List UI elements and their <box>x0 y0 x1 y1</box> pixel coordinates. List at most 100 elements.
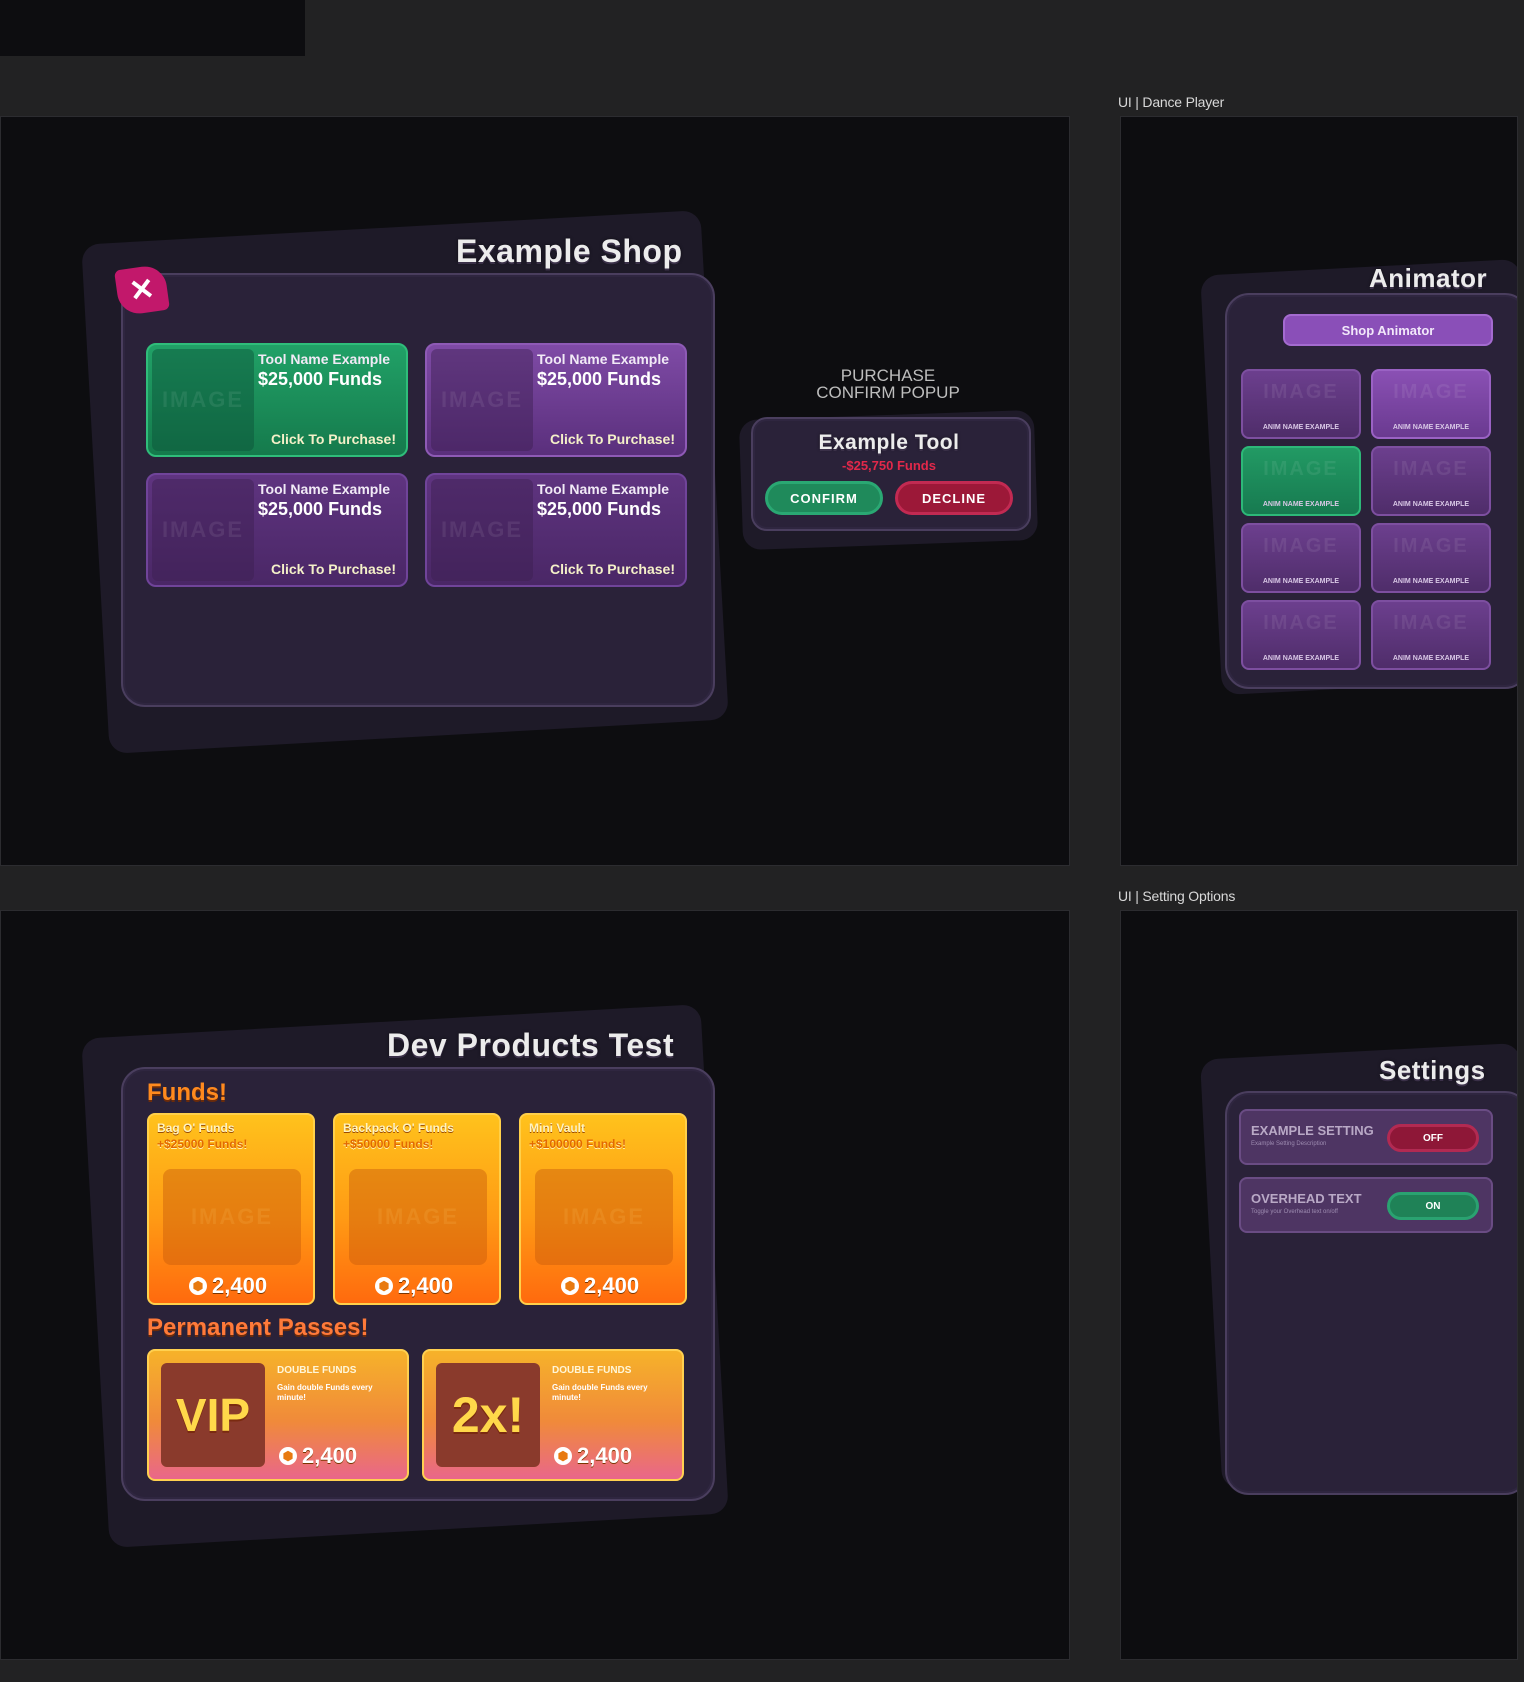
shop-card[interactable]: IMAGE Tool Name Example $25,000 Funds Cl… <box>146 473 408 587</box>
setting-row: OVERHEAD TEXT Toggle your Overhead text … <box>1239 1177 1493 1233</box>
tile-name: ANIM NAME EXAMPLE <box>1392 578 1470 585</box>
animation-tile[interactable]: IMAGE ANIM NAME EXAMPLE <box>1241 523 1361 593</box>
robux-icon: ⬢ <box>554 1447 572 1465</box>
double-funds-pass-image: 2x! <box>436 1363 540 1467</box>
robux-icon: ⬢ <box>375 1277 393 1295</box>
tile-image: IMAGE <box>1263 612 1339 634</box>
card-name: Tool Name Example <box>537 481 670 497</box>
price-value: 2,400 <box>584 1273 640 1298</box>
card-name: Tool Name Example <box>537 351 670 367</box>
settings-title: Settings <box>1379 1055 1486 1085</box>
fund-product-card[interactable]: Backpack O' Funds +$50000 Funds! IMAGE ⬢… <box>333 1113 501 1305</box>
pass-card-price: ⬢ 2,400 <box>554 1443 632 1469</box>
passes-heading: Permanent Passes! <box>147 1314 369 1341</box>
pass-card-title: DOUBLE FUNDS <box>277 1365 357 1376</box>
frame-label-dance-player: UI | Dance Player <box>1118 94 1225 110</box>
card-name: Tool Name Example <box>258 481 391 497</box>
setting-name: OVERHEAD TEXT <box>1251 1191 1362 1206</box>
card-image: IMAGE <box>152 479 254 581</box>
pass-card[interactable]: VIP DOUBLE FUNDS Gain double Funds every… <box>147 1349 409 1481</box>
tile-name: ANIM NAME EXAMPLE <box>1262 578 1340 585</box>
tile-name: ANIM NAME EXAMPLE <box>1262 501 1340 508</box>
price-value: 2,400 <box>577 1443 633 1468</box>
animation-tile[interactable]: IMAGE ANIM NAME EXAMPLE <box>1241 369 1361 439</box>
shop-title: Example Shop <box>456 233 683 269</box>
fund-card-subtitle: +$25000 Funds! <box>157 1137 248 1151</box>
pass-card-title: DOUBLE FUNDS <box>552 1365 632 1376</box>
card-price: $25,000 Funds <box>258 369 383 389</box>
robux-icon: ⬢ <box>279 1447 297 1465</box>
fund-card-image: IMAGE <box>163 1169 301 1265</box>
fund-card-image: IMAGE <box>535 1169 673 1265</box>
tile-image: IMAGE <box>1263 381 1339 403</box>
tile-name: ANIM NAME EXAMPLE <box>1392 501 1470 508</box>
price-value: 2,400 <box>398 1273 454 1298</box>
fund-product-card[interactable]: Bag O' Funds +$25000 Funds! IMAGE ⬢ 2,40… <box>147 1113 315 1305</box>
fund-card-price: ⬢ 2,400 <box>189 1273 267 1299</box>
tile-image: IMAGE <box>1393 535 1469 557</box>
animation-tile[interactable]: IMAGE ANIM NAME EXAMPLE <box>1241 446 1361 516</box>
card-price: $25,000 Funds <box>258 499 383 519</box>
card-image: IMAGE <box>152 349 254 451</box>
decline-button[interactable]: DECLINE <box>895 481 1013 515</box>
robux-icon: ⬢ <box>561 1277 579 1295</box>
tile-name: ANIM NAME EXAMPLE <box>1392 424 1470 431</box>
fund-card-price: ⬢ 2,400 <box>561 1273 639 1299</box>
card-purchase-label: Click To Purchase! <box>549 561 675 577</box>
card-price: $25,000 Funds <box>537 369 662 389</box>
pass-card[interactable]: 2x! DOUBLE FUNDS Gain double Funds every… <box>422 1349 684 1481</box>
setting-description: Toggle your Overhead text on/off <box>1251 1209 1338 1215</box>
price-value: 2,400 <box>302 1443 358 1468</box>
fund-card-title: Backpack O' Funds <box>343 1121 454 1135</box>
setting-toggle[interactable]: OFF <box>1387 1124 1479 1152</box>
animation-tile[interactable]: IMAGE ANIM NAME EXAMPLE <box>1371 523 1491 593</box>
animation-tile[interactable]: IMAGE ANIM NAME EXAMPLE <box>1371 446 1491 516</box>
tile-image: IMAGE <box>1393 458 1469 480</box>
tile-image: IMAGE <box>1393 612 1469 634</box>
price-value: 2,400 <box>212 1273 268 1298</box>
tile-image: IMAGE <box>1393 381 1469 403</box>
close-icon: ✕ <box>127 271 157 309</box>
frame-dance-player: Animator Shop Animator IMAGE ANIM NAME E… <box>1120 116 1518 866</box>
card-purchase-label: Click To Purchase! <box>270 431 396 447</box>
setting-toggle[interactable]: ON <box>1387 1192 1479 1220</box>
fund-card-title: Bag O' Funds <box>157 1121 235 1135</box>
popup-label-line1: PURCHASE <box>840 366 936 385</box>
shop-animator-button[interactable]: Shop Animator <box>1283 314 1493 346</box>
setting-description: Example Setting Description <box>1251 1141 1327 1147</box>
tile-name: ANIM NAME EXAMPLE <box>1262 424 1340 431</box>
pass-card-price: ⬢ 2,400 <box>279 1443 357 1469</box>
frame-dev-products: Dev Products Test Funds! Bag O' Funds +$… <box>0 910 1070 1660</box>
shop-card[interactable]: IMAGE Tool Name Example $25,000 Funds Cl… <box>146 343 408 457</box>
tile-name: ANIM NAME EXAMPLE <box>1392 655 1470 662</box>
fund-card-title: Mini Vault <box>529 1121 586 1135</box>
confirm-button[interactable]: CONFIRM <box>765 481 883 515</box>
fund-card-subtitle: +$50000 Funds! <box>343 1137 434 1151</box>
shop-card[interactable]: IMAGE Tool Name Example $25,000 Funds Cl… <box>425 343 687 457</box>
card-purchase-label: Click To Purchase! <box>270 561 396 577</box>
animator-title: Animator <box>1369 263 1488 293</box>
funds-heading: Funds! <box>147 1079 227 1106</box>
fund-product-card[interactable]: Mini Vault +$100000 Funds! IMAGE ⬢ 2,400 <box>519 1113 687 1305</box>
pass-card-description: Gain double Funds every minute! <box>277 1383 373 1402</box>
popup-title: Example Tool <box>818 431 960 454</box>
frame-setting-options: Settings EXAMPLE SETTING Example Setting… <box>1120 910 1518 1660</box>
dev-products-title: Dev Products Test <box>387 1027 675 1063</box>
fund-card-subtitle: +$100000 Funds! <box>529 1137 627 1151</box>
animation-tile[interactable]: IMAGE ANIM NAME EXAMPLE <box>1371 369 1491 439</box>
top-left-panel <box>0 0 305 56</box>
setting-row: EXAMPLE SETTING Example Setting Descript… <box>1239 1109 1493 1165</box>
card-purchase-label: Click To Purchase! <box>549 431 675 447</box>
animation-tile[interactable]: IMAGE ANIM NAME EXAMPLE <box>1241 600 1361 670</box>
shop-card[interactable]: IMAGE Tool Name Example $25,000 Funds Cl… <box>425 473 687 587</box>
animation-tile[interactable]: IMAGE ANIM NAME EXAMPLE <box>1371 600 1491 670</box>
fund-card-image: IMAGE <box>349 1169 487 1265</box>
card-image: IMAGE <box>431 479 533 581</box>
frame-label-setting-options: UI | Setting Options <box>1118 888 1236 904</box>
popup-label-line2: CONFIRM POPUP <box>816 383 960 402</box>
vip-pass-image: VIP <box>161 1363 265 1467</box>
popup-price: -$25,750 Funds <box>842 458 936 473</box>
frame-shop: Example Shop ✕ IMAGE Tool Name Example $… <box>0 116 1070 866</box>
tile-image: IMAGE <box>1263 535 1339 557</box>
fund-card-price: ⬢ 2,400 <box>375 1273 453 1299</box>
